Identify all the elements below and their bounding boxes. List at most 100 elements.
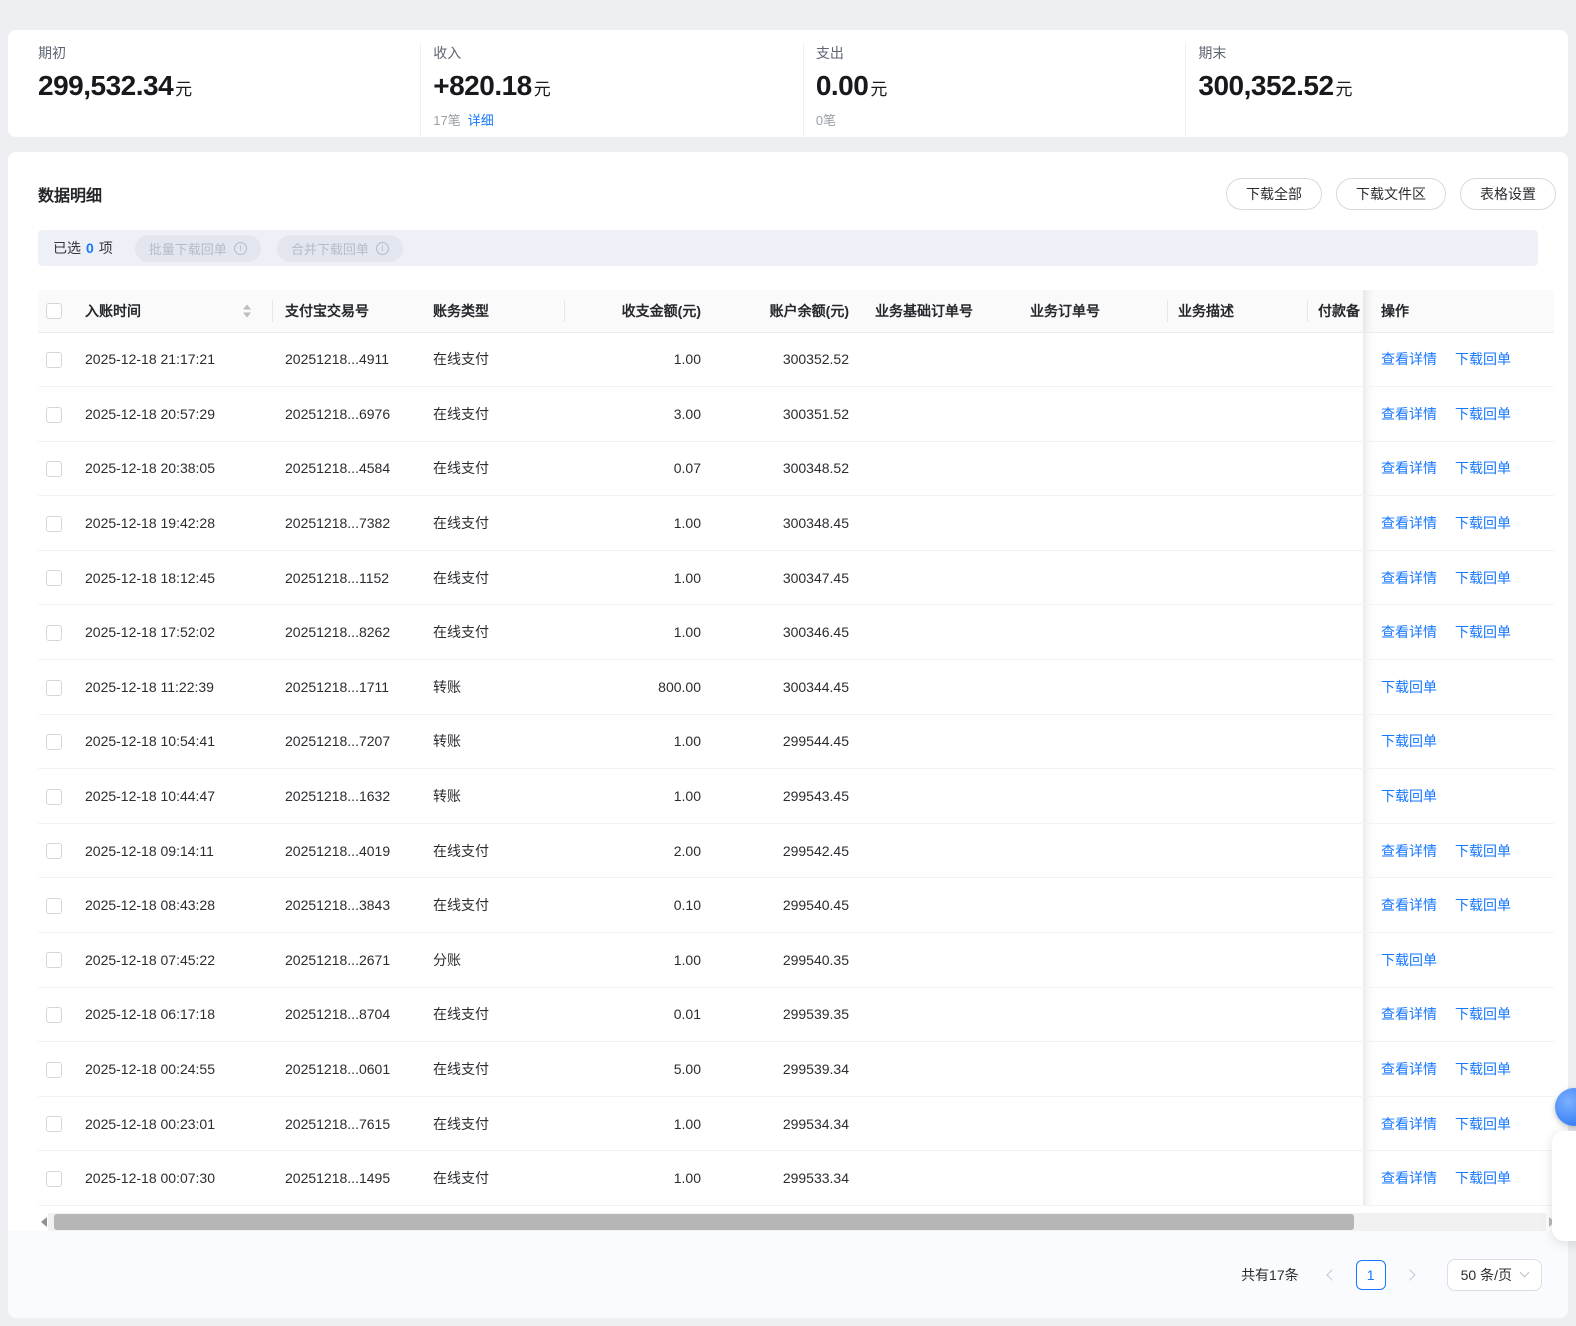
view-detail-link[interactable]: 查看详情: [1381, 351, 1437, 367]
view-detail-link[interactable]: 查看详情: [1381, 843, 1437, 859]
cell-actions: 查看详情 下载回单: [1363, 987, 1554, 1043]
cell-checkbox: [38, 332, 74, 388]
sort-icon[interactable]: [243, 304, 251, 318]
cell-base-order: [863, 987, 1018, 1043]
header-order: 业务订单号: [1018, 290, 1168, 333]
stat-label: 期末: [1198, 45, 1227, 61]
download-receipt-link[interactable]: 下载回单: [1455, 1006, 1511, 1022]
row-checkbox[interactable]: [46, 1116, 62, 1133]
income-detail-link[interactable]: 详细: [468, 113, 494, 128]
download-receipt-link[interactable]: 下载回单: [1455, 351, 1511, 367]
cell-description: [1168, 714, 1308, 770]
cell-balance: 299543.45: [718, 768, 863, 824]
merge-download-receipt-button[interactable]: 合并下载回单 i: [276, 234, 403, 262]
cell-transaction-id: 20251218...8262: [273, 604, 415, 661]
download-receipt-link[interactable]: 下载回单: [1455, 515, 1511, 531]
view-detail-link[interactable]: 查看详情: [1381, 515, 1437, 531]
download-receipt-link[interactable]: 下载回单: [1455, 1116, 1511, 1132]
row-checkbox[interactable]: [46, 461, 62, 478]
cell-transaction-id: 20251218...4019: [273, 823, 415, 879]
chevron-left-icon[interactable]: [1319, 1262, 1345, 1288]
row-checkbox[interactable]: [46, 952, 62, 969]
cell-order: [1018, 823, 1168, 879]
row-checkbox[interactable]: [46, 570, 62, 587]
stat-value: 299,532.34 元: [38, 70, 420, 102]
view-detail-link[interactable]: 查看详情: [1381, 1170, 1437, 1186]
chevron-right-icon[interactable]: [1397, 1262, 1423, 1288]
cell-checkbox: [38, 714, 74, 770]
view-detail-link[interactable]: 查看详情: [1381, 570, 1437, 586]
horizontal-scrollbar[interactable]: [36, 1213, 1560, 1231]
download-receipt-link[interactable]: 下载回单: [1381, 733, 1437, 749]
cell-payer: [1308, 714, 1363, 770]
download-receipt-link[interactable]: 下载回单: [1455, 843, 1511, 859]
row-checkbox[interactable]: [46, 406, 62, 423]
cell-description: [1168, 441, 1308, 497]
row-checkbox[interactable]: [46, 897, 62, 914]
cell-entry-time: 2025-12-18 21:17:21: [74, 332, 273, 388]
batch-download-receipt-button[interactable]: 批量下载回单 i: [134, 234, 261, 262]
row-checkbox[interactable]: [46, 351, 62, 368]
cell-base-order: [863, 1150, 1018, 1206]
view-detail-link[interactable]: 查看详情: [1381, 406, 1437, 422]
download-receipt-link[interactable]: 下载回单: [1455, 406, 1511, 422]
download-receipt-link[interactable]: 下载回单: [1455, 570, 1511, 586]
download-receipt-link[interactable]: 下载回单: [1381, 952, 1437, 968]
row-checkbox[interactable]: [46, 1007, 62, 1024]
page-number[interactable]: 1: [1355, 1259, 1386, 1290]
row-checkbox[interactable]: [46, 679, 62, 696]
header-account-type: 账务类型: [415, 290, 565, 333]
download-receipt-link[interactable]: 下载回单: [1455, 1170, 1511, 1186]
row-checkbox[interactable]: [46, 843, 62, 860]
row-checkbox[interactable]: [46, 624, 62, 641]
table-settings-button[interactable]: 表格设置: [1460, 178, 1556, 210]
download-receipt-link[interactable]: 下载回单: [1455, 624, 1511, 640]
cell-description: [1168, 1041, 1308, 1097]
view-detail-link[interactable]: 查看详情: [1381, 460, 1437, 476]
download-receipt-link[interactable]: 下载回单: [1455, 897, 1511, 913]
download-receipt-link[interactable]: 下载回单: [1455, 1061, 1511, 1077]
download-file-area-button[interactable]: 下载文件区: [1336, 178, 1446, 210]
view-detail-link[interactable]: 查看详情: [1381, 897, 1437, 913]
select-all-checkbox[interactable]: [46, 303, 62, 320]
cell-order: [1018, 1150, 1168, 1206]
cell-actions: 下载回单: [1363, 714, 1554, 770]
cell-checkbox: [38, 823, 74, 879]
cell-balance: 299542.45: [718, 823, 863, 879]
scrollbar-track[interactable]: [48, 1213, 1546, 1231]
cell-amount: 1.00: [565, 604, 718, 661]
cell-entry-time: 2025-12-18 00:23:01: [74, 1096, 273, 1152]
scroll-left-icon[interactable]: [36, 1217, 47, 1227]
download-receipt-link[interactable]: 下载回单: [1455, 460, 1511, 476]
stat-amount: 299,532.34: [38, 70, 174, 101]
cell-payer: [1308, 823, 1363, 879]
table-row: 2025-12-18 20:57:29 20251218...6976 在线支付 3.…: [38, 386, 1554, 442]
view-detail-link[interactable]: 查看详情: [1381, 1116, 1437, 1132]
row-checkbox[interactable]: [46, 1061, 62, 1078]
table-row: 2025-12-18 21:17:21 20251218...4911 在线支付 1.…: [38, 332, 1554, 388]
row-checkbox[interactable]: [46, 734, 62, 751]
page-size-select[interactable]: 50 条/页: [1446, 1258, 1542, 1291]
stat-label: 期初: [38, 45, 66, 61]
stat-opening-balance: 期初 299,532.34 元: [38, 43, 420, 137]
header-transaction-id: 支付宝交易号: [273, 290, 415, 333]
batch-download-label: 批量下载回单: [148, 241, 227, 257]
download-all-button[interactable]: 下载全部: [1226, 178, 1322, 210]
row-checkbox[interactable]: [46, 788, 62, 805]
scrollbar-thumb[interactable]: [54, 1214, 1354, 1230]
cell-checkbox: [38, 1041, 74, 1097]
row-checkbox[interactable]: [46, 515, 62, 532]
stat-amount: 0.00: [815, 70, 869, 101]
cell-transaction-id: 20251218...6976: [273, 386, 415, 442]
cell-description: [1168, 768, 1308, 824]
table-row: 2025-12-18 10:44:47 20251218...1632 转账 1.00…: [38, 768, 1554, 824]
view-detail-link[interactable]: 查看详情: [1381, 624, 1437, 640]
cell-account-type: 在线支付: [415, 441, 565, 497]
download-receipt-link[interactable]: 下载回单: [1381, 788, 1437, 804]
stat-sub-count: 17笔: [433, 113, 461, 128]
assistant-panel[interactable]: [1552, 1131, 1576, 1241]
download-receipt-link[interactable]: 下载回单: [1381, 679, 1437, 695]
view-detail-link[interactable]: 查看详情: [1381, 1061, 1437, 1077]
view-detail-link[interactable]: 查看详情: [1381, 1006, 1437, 1022]
row-checkbox[interactable]: [46, 1170, 62, 1187]
